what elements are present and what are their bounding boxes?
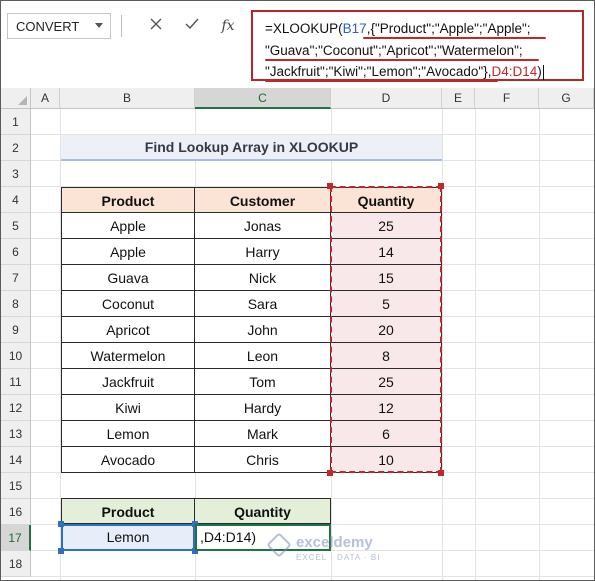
formula-array-part-2: "Guava";"Coconut";"Apricot";"Watermelon"… xyxy=(265,42,523,58)
row-header-1[interactable]: 1 xyxy=(1,109,31,135)
cell-edit-text: ,D4:D14) xyxy=(200,529,257,545)
row-header-6[interactable]: 6 xyxy=(1,239,31,265)
row-header-10[interactable]: 10 xyxy=(1,343,31,369)
table-cell[interactable]: Mark xyxy=(195,421,331,447)
table-header-product[interactable]: Product xyxy=(61,187,195,213)
lookup-product-cell[interactable]: Lemon xyxy=(61,524,195,551)
row-header-17[interactable]: 17 xyxy=(1,525,31,551)
formula-ref-d4-d14: D4:D14 xyxy=(491,64,538,79)
gridline xyxy=(539,109,540,580)
column-header-f[interactable]: F xyxy=(475,88,539,109)
sheet-title[interactable]: Find Lookup Array in XLOOKUP xyxy=(61,135,442,161)
table-cell[interactable]: Apple xyxy=(61,213,195,239)
row-header-11[interactable]: 11 xyxy=(1,369,31,395)
select-all-button[interactable] xyxy=(1,88,31,109)
watermark-name: exceldemy xyxy=(296,534,373,551)
table-cell[interactable]: Avocado xyxy=(61,447,195,473)
row-header-18[interactable]: 18 xyxy=(1,551,31,577)
range-handle[interactable] xyxy=(327,183,333,189)
range-handle[interactable] xyxy=(327,470,333,476)
table-header-customer[interactable]: Customer xyxy=(195,187,331,213)
watermark-tagline: EXCEL · DATA · BI xyxy=(296,553,381,562)
range-handle[interactable] xyxy=(438,470,444,476)
table-cell[interactable]: Sara xyxy=(195,291,331,317)
column-header-d[interactable]: D xyxy=(331,88,442,109)
formula-line-2: "Guava";"Coconut";"Apricot";"Watermelon"… xyxy=(265,40,587,62)
row-header-2[interactable]: 2 xyxy=(1,135,31,161)
table-cell[interactable]: Harry xyxy=(195,239,331,265)
formula-function: =XLOOKUP( xyxy=(265,21,343,36)
range-handle[interactable] xyxy=(58,521,64,527)
check-icon[interactable] xyxy=(177,13,207,39)
table-cell[interactable]: Watermelon xyxy=(61,343,195,369)
insert-function-icon[interactable]: fx xyxy=(213,13,243,39)
row-header-4[interactable]: 4 xyxy=(1,187,31,213)
formula-line-3: "Jackfruit";"Kiwi";"Lemon";"Avocado"},D4… xyxy=(265,61,587,83)
row-header-16[interactable]: 16 xyxy=(1,499,31,525)
column-header-g[interactable]: G xyxy=(539,88,594,109)
row-header-7[interactable]: 7 xyxy=(1,265,31,291)
name-box-value: CONVERT xyxy=(16,19,80,34)
row-header-14[interactable]: 14 xyxy=(1,447,31,473)
table-cell[interactable]: Coconut xyxy=(61,291,195,317)
table-cell[interactable]: Tom xyxy=(195,369,331,395)
table-cell[interactable]: Guava xyxy=(61,265,195,291)
text-cursor xyxy=(542,64,544,80)
lookup-header-quantity[interactable]: Quantity xyxy=(195,498,331,524)
formula-input[interactable]: =XLOOKUP(B17,{"Product";"Apple";"Apple";… xyxy=(251,10,587,83)
quantity-range-outline xyxy=(330,186,442,473)
range-handle[interactable] xyxy=(58,548,64,554)
table-cell[interactable]: John xyxy=(195,317,331,343)
exceldemy-logo-icon xyxy=(266,532,292,558)
range-handle[interactable] xyxy=(438,183,444,189)
column-header-e[interactable]: E xyxy=(442,88,475,109)
formula-ref-b17: B17 xyxy=(342,21,367,36)
table-cell[interactable]: Jackfruit xyxy=(61,369,195,395)
row-header-9[interactable]: 9 xyxy=(1,317,31,343)
table-cell[interactable]: Lemon xyxy=(61,421,195,447)
chevron-down-icon[interactable] xyxy=(95,23,103,28)
table-cell[interactable]: Hardy xyxy=(195,395,331,421)
row-header-3[interactable]: 3 xyxy=(1,161,31,187)
close-icon[interactable] xyxy=(141,13,171,39)
formula-bar-divider xyxy=(121,15,122,37)
table-cell[interactable]: Leon xyxy=(195,343,331,369)
formula-array-part-3: "Jackfruit";"Kiwi";"Lemon";"Avocado" xyxy=(265,64,484,79)
formula-close-paren: ) xyxy=(537,64,542,79)
column-header-b[interactable]: B xyxy=(60,88,195,109)
column-header-a[interactable]: A xyxy=(31,88,60,109)
table-cell[interactable]: Chris xyxy=(195,447,331,473)
lookup-header-product[interactable]: Product xyxy=(61,498,195,524)
table-cell[interactable]: Nick xyxy=(195,265,331,291)
select-all-icon xyxy=(18,96,27,105)
row-header-13[interactable]: 13 xyxy=(1,421,31,447)
table-cell[interactable]: Apricot xyxy=(61,317,195,343)
row-header-15[interactable]: 15 xyxy=(1,473,31,499)
formula-punct: ,{ xyxy=(366,21,375,36)
formula-array-part-1: "Product";"Apple";"Apple"; xyxy=(374,21,531,36)
gridline xyxy=(442,109,443,580)
name-box[interactable]: CONVERT xyxy=(7,13,111,39)
table-cell[interactable]: Kiwi xyxy=(61,395,195,421)
gridline xyxy=(475,109,476,580)
row-header-12[interactable]: 12 xyxy=(1,395,31,421)
watermark: exceldemy EXCEL · DATA · BI xyxy=(266,532,390,566)
formula-underline xyxy=(265,80,498,82)
formula-line-1: =XLOOKUP(B17,{"Product";"Apple";"Apple"; xyxy=(265,18,587,40)
row-header-5[interactable]: 5 xyxy=(1,213,31,239)
table-cell[interactable]: Apple xyxy=(61,239,195,265)
table-cell[interactable]: Jonas xyxy=(195,213,331,239)
column-header-c[interactable]: C xyxy=(195,88,331,109)
gridline xyxy=(31,576,594,577)
row-header-8[interactable]: 8 xyxy=(1,291,31,317)
formula-bar: CONVERT fx =XLOOKUP(B17,{"Product";"Appl… xyxy=(1,1,594,87)
